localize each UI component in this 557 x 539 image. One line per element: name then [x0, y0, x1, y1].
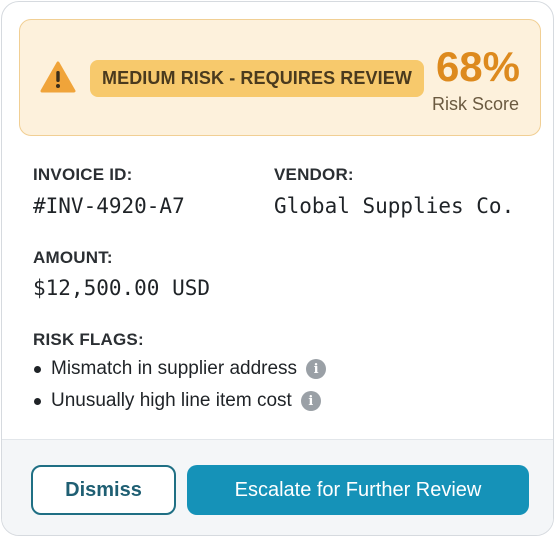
risk-flag-text: Unusually high line item cost: [51, 390, 292, 411]
info-icon[interactable]: i: [306, 359, 327, 379]
escalate-button[interactable]: Escalate for Further Review: [187, 465, 529, 515]
risk-flag-item: Mismatch in supplier address i: [34, 358, 327, 380]
vendor-value: Global Supplies Co.: [274, 194, 515, 218]
amount-value: $12,500.00 USD: [33, 276, 211, 300]
amount-label: AMOUNT:: [33, 248, 113, 267]
risk-score-value: 68%: [435, 43, 520, 90]
risk-flags-label: RISK FLAGS:: [33, 330, 144, 349]
risk-flag-item: Unusually high line item cost i: [34, 390, 321, 412]
risk-level-badge: MEDIUM RISK - REQUIRES REVIEW: [90, 60, 424, 97]
dismiss-button[interactable]: Dismiss: [31, 465, 176, 515]
vendor-label: VENDOR:: [274, 165, 354, 184]
risk-banner: MEDIUM RISK - REQUIRES REVIEW 68% Risk S…: [19, 19, 541, 136]
invoice-id-value: #INV-4920-A7: [33, 194, 185, 218]
invoice-risk-card: MEDIUM RISK - REQUIRES REVIEW 68% Risk S…: [1, 1, 554, 536]
risk-flag-text: Mismatch in supplier address: [51, 358, 298, 379]
risk-score-label: Risk Score: [431, 94, 519, 114]
action-footer: Dismiss Escalate for Further Review: [2, 439, 553, 535]
warning-triangle-icon: [40, 61, 76, 93]
info-icon[interactable]: i: [300, 391, 321, 411]
bullet-icon: [34, 397, 41, 405]
invoice-id-label: INVOICE ID:: [33, 165, 133, 184]
bullet-icon: [34, 365, 41, 373]
